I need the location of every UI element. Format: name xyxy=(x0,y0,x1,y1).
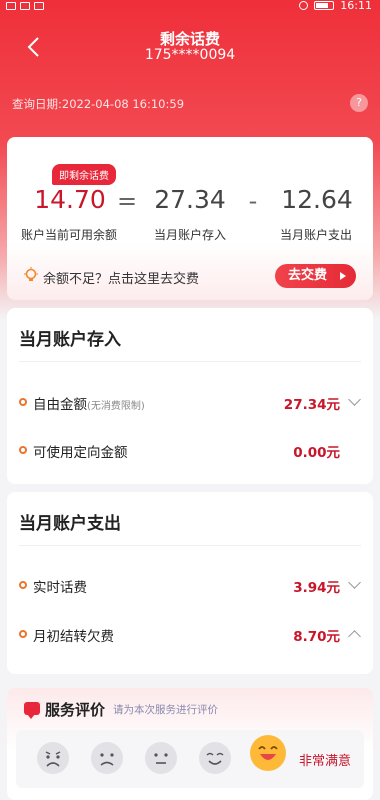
selected-rating-label: 非常满意 xyxy=(299,754,352,769)
status-bar: 16:11 xyxy=(0,0,380,14)
lightbulb-icon xyxy=(24,267,38,281)
row-value: 0.00元 xyxy=(293,445,340,461)
row-label: 自由金额(无消费限制) xyxy=(33,397,145,413)
expense-card: 当月账户支出 实时话费 3.94元 月初结转欠费 8.70元 xyxy=(7,492,373,674)
status-time: 16:11 xyxy=(340,0,372,12)
play-arrow-icon xyxy=(340,272,346,280)
row-value: 8.70元 xyxy=(293,629,340,645)
income-label: 当月账户存入 xyxy=(153,228,226,242)
expense-label: 当月账户支出 xyxy=(279,228,352,242)
very-unsatisfied-face-icon[interactable] xyxy=(37,742,69,774)
expense-row-arrears[interactable]: 月初结转欠费 8.70元 xyxy=(7,619,373,649)
chat-bubble-icon xyxy=(24,702,40,719)
page-title: 剩余话费 xyxy=(159,30,220,48)
chevron-up-icon[interactable] xyxy=(348,630,361,643)
evaluation-title: 服务评价 xyxy=(45,701,106,719)
satisfied-face-icon[interactable] xyxy=(199,742,231,774)
row-label: 实时话费 xyxy=(33,580,87,596)
income-amount: 27.34 xyxy=(154,185,226,214)
equals-sign: = xyxy=(117,187,138,215)
row-value: 27.34元 xyxy=(283,397,340,413)
evaluation-card: 服务评价 请为本次服务进行评价 非常满意 xyxy=(7,688,373,800)
signal-icon-2 xyxy=(20,2,30,10)
evaluation-hint: 请为本次服务进行评价 xyxy=(113,704,218,716)
income-card: 当月账户存入 自由金额(无消费限制) 27.34元 可使用定向金额 0.00元 xyxy=(7,308,373,484)
neutral-face-icon[interactable] xyxy=(145,742,177,774)
chevron-down-icon[interactable] xyxy=(348,576,361,589)
income-row-directed: 可使用定向金额 0.00元 xyxy=(7,435,373,465)
row-value: 3.94元 xyxy=(293,580,340,596)
bullet-icon xyxy=(19,446,27,454)
row-note: (无消费限制) xyxy=(87,401,145,412)
bullet-icon xyxy=(19,398,27,406)
pay-button[interactable]: 去交费 xyxy=(275,264,356,288)
balance-card: 即剩余话费 14.70 = 27.34 - 12.64 账户当前可用余额 当月账… xyxy=(7,137,373,300)
current-balance-label: 账户当前可用余额 xyxy=(20,228,117,242)
chevron-down-icon[interactable] xyxy=(348,393,361,406)
minus-sign: - xyxy=(248,187,258,215)
bullet-icon xyxy=(19,630,27,638)
unsatisfied-face-icon[interactable] xyxy=(91,742,123,774)
recharge-tip[interactable]: 余额不足？点击这里去交费 去交费 xyxy=(7,261,373,291)
rating-faces: 非常满意 xyxy=(16,730,364,788)
help-icon[interactable]: ? xyxy=(350,94,368,112)
income-section-title: 当月账户存入 xyxy=(19,330,121,350)
expense-row-realtime[interactable]: 实时话费 3.94元 xyxy=(7,570,373,600)
income-row-free[interactable]: 自由金额(无消费限制) 27.34元 xyxy=(7,387,373,417)
alarm-icon xyxy=(299,0,309,10)
very-satisfied-face-icon[interactable] xyxy=(250,735,286,771)
expense-amount: 12.64 xyxy=(281,185,353,214)
row-label: 月初结转欠费 xyxy=(33,629,114,645)
expense-section-title: 当月账户支出 xyxy=(19,514,121,534)
current-balance: 14.70 xyxy=(34,185,106,214)
divider xyxy=(19,545,361,546)
pay-button-label: 去交费 xyxy=(288,268,328,283)
wifi-icon xyxy=(34,2,44,10)
signal-icon xyxy=(6,2,16,10)
divider xyxy=(19,361,361,362)
bullet-icon xyxy=(19,581,27,589)
row-label: 可使用定向金额 xyxy=(33,445,128,461)
recharge-tip-text: 余额不足？点击这里去交费 xyxy=(43,272,200,287)
battery-icon xyxy=(314,0,335,10)
query-date: 查询日期:2022-04-08 16:10:59 xyxy=(12,97,185,111)
phone-number: 175****0094 xyxy=(144,47,236,63)
balance-badge: 即剩余话费 xyxy=(52,164,116,185)
